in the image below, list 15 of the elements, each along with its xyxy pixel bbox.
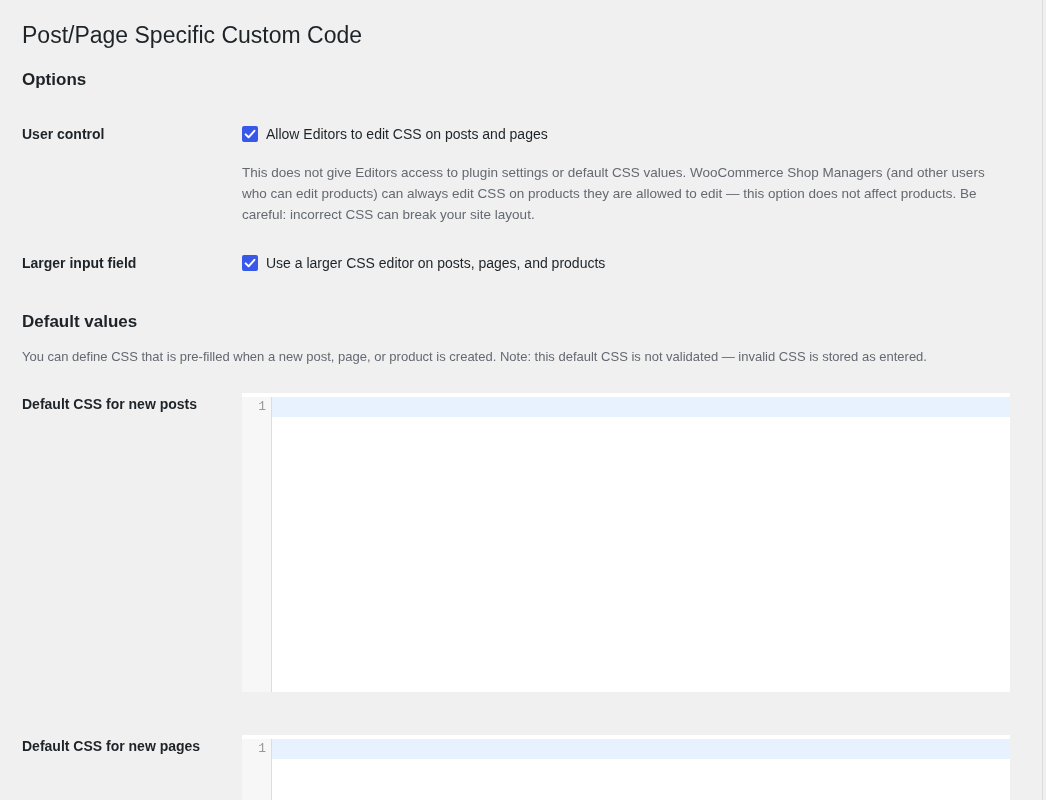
checkbox-label[interactable]: Allow Editors to edit CSS on posts and pages: [266, 124, 548, 144]
checkbox-label[interactable]: Use a larger CSS editor on posts, pages, and products: [266, 253, 606, 273]
line-number: 1: [257, 398, 267, 416]
section-heading: Default values: [22, 311, 139, 333]
line-number: 1: [257, 740, 267, 758]
field-label: Default CSS for new posts: [22, 395, 198, 414]
checkbox[interactable]: [242, 126, 258, 142]
field-label: Larger input field: [22, 255, 137, 271]
section-description: You can define CSS that is pre-filled when a new post, page, or product is created. Note: this default CSS is not validated — invalid CSS is stored as entered.: [22, 348, 928, 366]
checkbox[interactable]: [242, 255, 258, 271]
field-description: This does not give Editors access to plugin settings or default CSS values. WooCommerce Shop Managers (and other users who can edit products) can always edit CSS on products they are allowed to edit — this option does not affect products. Be careful: incorrect CSS can break your site layout.: [242, 164, 986, 224]
field-label: Default CSS for new pages: [22, 737, 201, 756]
section-heading: Options: [22, 69, 88, 91]
page-title: Post/Page Specific Custom Code: [22, 21, 364, 50]
field-label: User control: [22, 126, 105, 142]
